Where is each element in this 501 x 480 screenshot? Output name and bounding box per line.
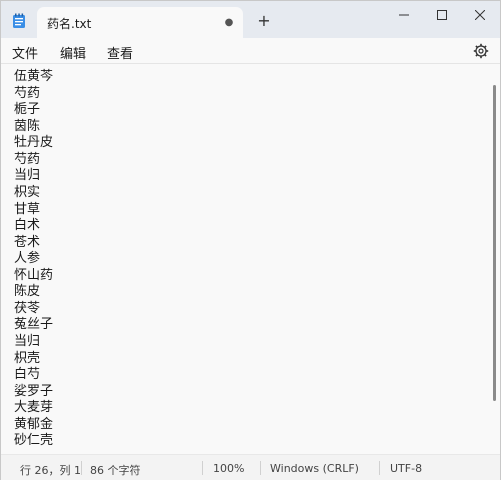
tab-title: 药名.txt — [47, 17, 92, 31]
text-line: 陈皮 — [14, 284, 41, 299]
notepad-window: 药名.txt ● + 文件 编辑 查看 伍黄芩 芍药 栀子 茵陈 牡丹皮 芍药 … — [0, 0, 501, 480]
settings-gear-icon[interactable] — [473, 43, 489, 59]
menu-bar: 文件 编辑 查看 — [1, 38, 500, 64]
text-line: 栀子 — [14, 102, 41, 117]
status-divider — [379, 461, 380, 475]
zoom-level[interactable]: 100% — [213, 462, 244, 475]
text-line: 白芍 — [14, 367, 41, 382]
document-tab[interactable]: 药名.txt ● — [37, 7, 243, 38]
cursor-position: 行 26，列 1 — [20, 464, 81, 477]
minimize-icon — [399, 14, 409, 16]
text-line: 枳壳 — [14, 351, 41, 366]
close-button[interactable] — [457, 1, 501, 29]
text-line: 娑罗子 — [14, 384, 54, 399]
menu-edit[interactable]: 编辑 — [60, 43, 86, 62]
close-icon — [475, 10, 485, 20]
menu-file[interactable]: 文件 — [12, 43, 38, 62]
text-line: 茯苓 — [14, 301, 41, 316]
menu-view[interactable]: 查看 — [107, 43, 133, 62]
vertical-scrollbar[interactable] — [493, 85, 496, 401]
title-bar[interactable]: 药名.txt ● + — [1, 1, 500, 38]
character-count: 86 个字符 — [90, 464, 141, 477]
text-line: 当归 — [14, 168, 41, 183]
text-line: 茵陈 — [14, 119, 41, 134]
unsaved-indicator[interactable]: ● — [221, 15, 237, 31]
text-line: 怀山药 — [14, 268, 54, 283]
status-bar: 行 26，列 1 86 个字符 100% Windows (CRLF) UTF-… — [1, 454, 500, 480]
text-line: 当归 — [14, 334, 41, 349]
status-divider — [81, 461, 82, 475]
status-divider — [202, 461, 203, 475]
text-line: 牡丹皮 — [14, 135, 54, 150]
text-editor-area[interactable]: 伍黄芩 芍药 栀子 茵陈 牡丹皮 芍药 当归 枳实 甘草 白术 苍术 人参 怀山… — [1, 64, 500, 454]
text-line: 芍药 — [14, 86, 41, 101]
new-tab-button[interactable]: + — [255, 12, 273, 30]
text-line: 砂仁壳 — [14, 433, 54, 448]
text-line: 大麦芽 — [14, 400, 54, 415]
notepad-app-icon — [13, 13, 25, 28]
text-line: 芍药 — [14, 152, 41, 167]
line-ending[interactable]: Windows (CRLF) — [270, 462, 359, 475]
text-line: 菟丝子 — [14, 317, 54, 332]
text-line: 黄郁金 — [14, 417, 54, 432]
text-line: 白术 — [14, 218, 41, 233]
text-line: 伍黄芩 — [14, 69, 54, 84]
file-encoding[interactable]: UTF-8 — [390, 462, 422, 475]
text-line: 枳实 — [14, 185, 41, 200]
text-line: 甘草 — [14, 202, 41, 217]
text-line: 人参 — [14, 251, 41, 266]
maximize-icon — [437, 10, 447, 20]
status-divider — [260, 461, 261, 475]
text-line: 苍术 — [14, 235, 41, 250]
